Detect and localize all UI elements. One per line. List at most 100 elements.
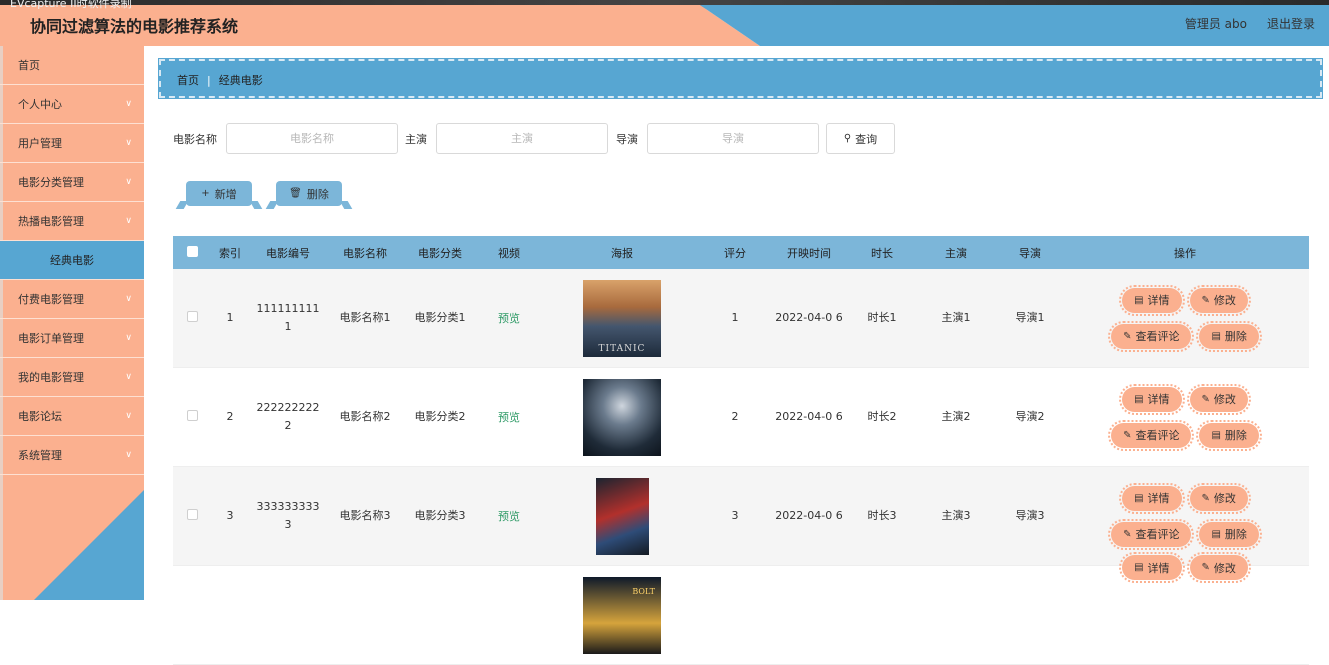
chevron-down-icon: ∨: [125, 372, 132, 382]
view-reviews-button[interactable]: ✎ 查看评论: [1108, 518, 1195, 550]
sidebar-item-2[interactable]: 用户管理 ∨: [0, 124, 144, 163]
search-button[interactable]: ⚲ 查询: [826, 123, 895, 154]
cell-code: 222222222 2: [256, 401, 320, 432]
sidebar-item-5[interactable]: 经典电影: [0, 241, 144, 280]
pencil-icon: ✎: [1123, 330, 1132, 342]
edit-label: 修改: [1213, 393, 1236, 406]
video-preview-link[interactable]: 预览: [477, 310, 541, 326]
cell-rating: 3: [731, 509, 739, 522]
video-preview-link[interactable]: 预览: [477, 508, 541, 524]
reviews-label: 查看评论: [1135, 528, 1180, 541]
col-video: 视频: [498, 246, 520, 260]
cell-code: 333333333 3: [256, 500, 320, 531]
view-reviews-button[interactable]: ✎ 查看评论: [1108, 320, 1195, 352]
table-row: 3 333333333 3 电影名称3 电影分类3 预览 3 2022-04-0 6 时长3 主…: [173, 467, 1309, 566]
edit-button[interactable]: ✎ 修改: [1186, 552, 1251, 583]
video-preview-link[interactable]: 预览: [477, 409, 541, 425]
sidebar-item-6[interactable]: 付费电影管理 ∨: [0, 280, 144, 319]
detail-button[interactable]: ▤ 详情: [1119, 482, 1185, 514]
pencil-icon: ✎: [1123, 429, 1132, 441]
col-name: 电影名称: [343, 246, 387, 260]
actor-label: 主演: [405, 133, 427, 146]
pencil-icon: ✎: [1201, 294, 1210, 306]
row-operations: ▤ 详情 ✎ 修改 ✎ 查看评论 ▤ 删除: [1105, 284, 1265, 352]
trash-icon: 🗑: [289, 188, 302, 199]
detail-button[interactable]: ▤ 详情: [1119, 552, 1185, 583]
sidebar-item-label: 热播电影管理: [18, 215, 84, 228]
sidebar-item-label: 电影分类管理: [18, 176, 84, 189]
cell-name: 电影名称2: [339, 410, 391, 423]
sidebar-item-7[interactable]: 电影订单管理 ∨: [0, 319, 144, 358]
chevron-down-icon: ∨: [125, 177, 132, 187]
sidebar: 首页 个人中心 ∨ 用户管理 ∨ 电影分类管理 ∨ 热播电影管理 ∨ 经典电影 付费电影管理 ∨ 电影订…: [0, 46, 144, 600]
table-row: 2 222222222 2 电影名称2 电影分类2 预览 2 2022-04-0 6 时长2 主…: [173, 368, 1309, 467]
sidebar-decoration: [34, 490, 144, 600]
col-duration: 时长: [871, 246, 893, 260]
col-category: 电影分类: [418, 246, 462, 260]
detail-button[interactable]: ▤ 详情: [1119, 383, 1185, 415]
cell-rating: 2: [731, 410, 739, 423]
row-delete-button[interactable]: ▤ 删除: [1196, 518, 1262, 550]
row-checkbox[interactable]: [186, 509, 198, 520]
col-actor: 主演: [945, 246, 967, 260]
col-operations: 操作: [1174, 246, 1196, 260]
sidebar-item-3[interactable]: 电影分类管理 ∨: [0, 163, 144, 202]
actor-input[interactable]: [436, 123, 608, 154]
edit-button[interactable]: ✎ 修改: [1186, 383, 1251, 415]
sidebar-item-label: 经典电影: [50, 254, 94, 267]
pencil-icon: ✎: [1201, 562, 1210, 573]
col-director: 导演: [1019, 246, 1041, 260]
edit-label: 修改: [1213, 561, 1236, 575]
sidebar-menu: 首页 个人中心 ∨ 用户管理 ∨ 电影分类管理 ∨ 热播电影管理 ∨ 经典电影 付费电影管理 ∨ 电影订…: [0, 46, 144, 475]
sidebar-item-label: 付费电影管理: [18, 293, 84, 306]
cell-date: 2022-04-0 6: [775, 509, 843, 522]
logout-link[interactable]: 退出登录: [1267, 15, 1315, 32]
row-checkbox[interactable]: [186, 410, 198, 421]
breadcrumb-home[interactable]: 首页: [177, 74, 199, 87]
cell-director: 导演2: [1015, 410, 1045, 423]
trash-icon: ▤: [1211, 330, 1221, 342]
edit-button[interactable]: ✎ 修改: [1186, 284, 1251, 316]
cell-date: 2022-04-0 6: [775, 311, 843, 324]
sidebar-item-0[interactable]: 首页: [0, 46, 144, 85]
chevron-down-icon: ∨: [125, 99, 132, 109]
detail-label: 详情: [1147, 393, 1170, 406]
cell-code: 111111111 1: [256, 302, 320, 333]
sidebar-item-10[interactable]: 系统管理 ∨: [0, 436, 144, 475]
breadcrumb-separator: |: [207, 74, 211, 87]
sidebar-item-1[interactable]: 个人中心 ∨: [0, 85, 144, 124]
sidebar-item-label: 个人中心: [18, 98, 62, 111]
bulk-delete-label: 删除: [306, 187, 329, 201]
add-button[interactable]: + 新增: [186, 181, 252, 206]
row-checkbox[interactable]: [186, 311, 198, 322]
row-delete-label: 删除: [1224, 429, 1247, 442]
document-icon: ▤: [1134, 393, 1144, 405]
chevron-down-icon: ∨: [125, 138, 132, 148]
chevron-down-icon: ∨: [125, 216, 132, 226]
cell-name: 电影名称3: [339, 509, 391, 522]
current-user: 管理员 abo: [1184, 17, 1247, 31]
sidebar-item-4[interactable]: 热播电影管理 ∨: [0, 202, 144, 241]
row-delete-button[interactable]: ▤ 删除: [1196, 320, 1262, 352]
edit-button[interactable]: ✎ 修改: [1186, 482, 1251, 514]
sidebar-item-label: 用户管理: [18, 137, 62, 150]
chevron-down-icon: ∨: [125, 411, 132, 421]
bulk-delete-button[interactable]: 🗑 删除: [276, 181, 342, 206]
row-delete-button[interactable]: ▤ 删除: [1196, 419, 1262, 451]
movie-poster: [583, 378, 661, 456]
cell-index: 1: [226, 311, 234, 324]
app-header: EVcapture II时软件录制 协同过滤算法的电影推荐系统 管理员 abo …: [0, 0, 1329, 46]
movie-poster: TITANIC: [583, 279, 661, 357]
cell-category: 电影分类1: [414, 311, 466, 324]
movie-name-input[interactable]: [226, 123, 398, 154]
select-all-checkbox[interactable]: [186, 245, 198, 257]
view-reviews-button[interactable]: ✎ 查看评论: [1108, 419, 1195, 451]
sidebar-item-8[interactable]: 我的电影管理 ∨: [0, 358, 144, 397]
reviews-label: 查看评论: [1135, 330, 1180, 343]
movie-name-label: 电影名称: [173, 133, 217, 146]
director-input[interactable]: [647, 123, 819, 154]
sidebar-item-9[interactable]: 电影论坛 ∨: [0, 397, 144, 436]
detail-label: 详情: [1147, 492, 1170, 505]
detail-button[interactable]: ▤ 详情: [1119, 284, 1185, 316]
search-button-label: 查询: [855, 132, 878, 146]
